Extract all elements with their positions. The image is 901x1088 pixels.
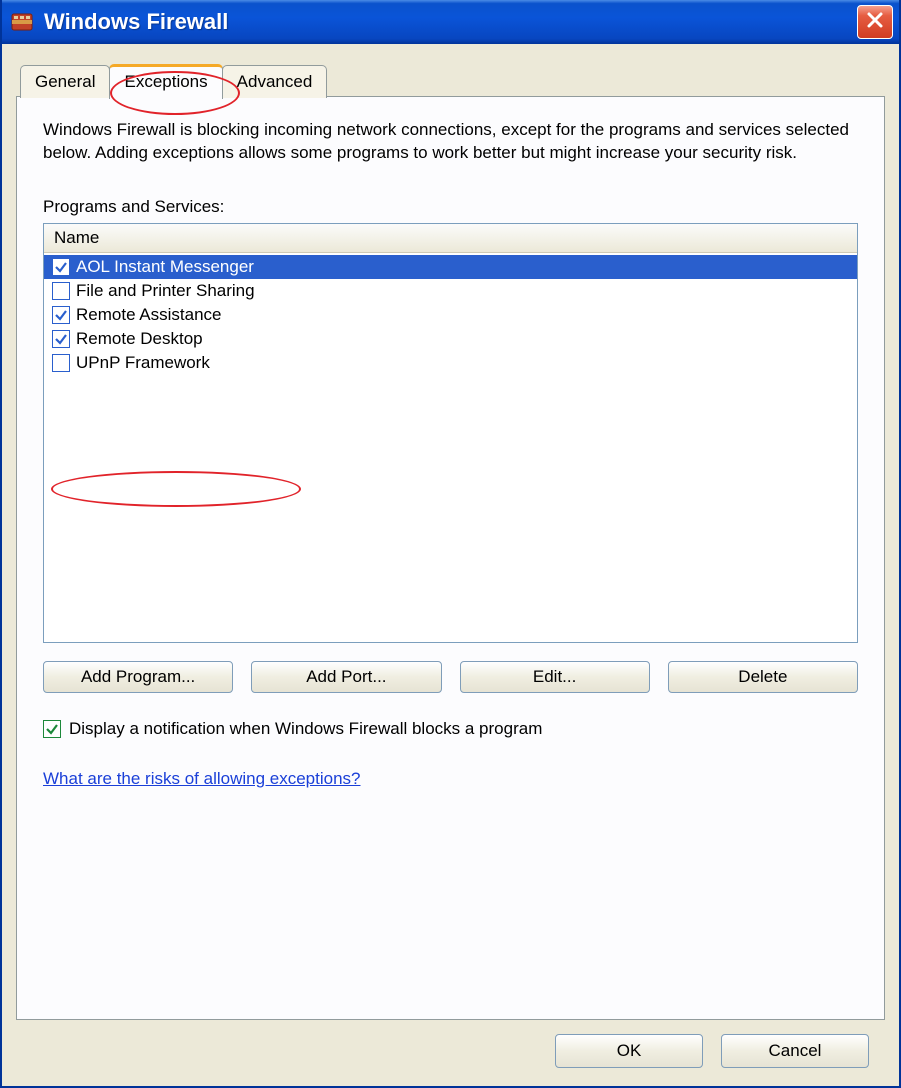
delete-button[interactable]: Delete [668, 661, 858, 693]
list-item-label: Remote Desktop [76, 329, 203, 349]
description-text: Windows Firewall is blocking incoming ne… [43, 119, 858, 165]
checkbox[interactable] [52, 306, 70, 324]
checkbox[interactable] [52, 330, 70, 348]
list-item-label: AOL Instant Messenger [76, 257, 254, 277]
add-port-button[interactable]: Add Port... [251, 661, 441, 693]
list-body: AOL Instant Messenger File and Printer S… [44, 253, 857, 642]
notify-label: Display a notification when Windows Fire… [69, 719, 542, 739]
list-item-label: File and Printer Sharing [76, 281, 255, 301]
tab-panel: Windows Firewall is blocking incoming ne… [16, 96, 885, 1020]
list-column-header[interactable]: Name [44, 224, 857, 253]
list-item-label: UPnP Framework [76, 353, 210, 373]
checkbox[interactable] [52, 258, 70, 276]
programs-list[interactable]: Name AOL Instant Messenger File and Prin… [43, 223, 858, 643]
risks-link[interactable]: What are the risks of allowing exception… [43, 769, 858, 789]
window-title: Windows Firewall [44, 9, 857, 35]
checkbox[interactable] [52, 282, 70, 300]
close-button[interactable] [857, 5, 893, 39]
list-item-label: Remote Assistance [76, 305, 222, 325]
titlebar[interactable]: Windows Firewall [2, 0, 899, 44]
list-item[interactable]: Remote Desktop [44, 327, 857, 351]
notify-checkbox[interactable] [43, 720, 61, 738]
list-item[interactable]: Remote Assistance [44, 303, 857, 327]
add-program-button[interactable]: Add Program... [43, 661, 233, 693]
tab-advanced[interactable]: Advanced [222, 65, 328, 98]
dialog-buttons: OK Cancel [16, 1020, 885, 1072]
cancel-button[interactable]: Cancel [721, 1034, 869, 1068]
list-item[interactable]: File and Printer Sharing [44, 279, 857, 303]
notify-row: Display a notification when Windows Fire… [43, 719, 858, 739]
app-icon [10, 10, 34, 34]
list-label: Programs and Services: [43, 197, 858, 217]
client-area: General Exceptions Advanced Windows Fire… [2, 44, 899, 1086]
firewall-settings-window: Windows Firewall General Exceptions Adva… [0, 0, 901, 1088]
action-buttons: Add Program... Add Port... Edit... Delet… [43, 661, 858, 693]
tab-general[interactable]: General [20, 65, 110, 98]
ok-button[interactable]: OK [555, 1034, 703, 1068]
edit-button[interactable]: Edit... [460, 661, 650, 693]
checkbox[interactable] [52, 354, 70, 372]
list-item[interactable]: AOL Instant Messenger [44, 255, 857, 279]
close-icon [866, 9, 884, 35]
tab-strip: General Exceptions Advanced [18, 64, 885, 97]
name-column: Name [54, 228, 99, 248]
tab-exceptions[interactable]: Exceptions [109, 64, 222, 99]
list-item[interactable]: UPnP Framework [44, 351, 857, 375]
